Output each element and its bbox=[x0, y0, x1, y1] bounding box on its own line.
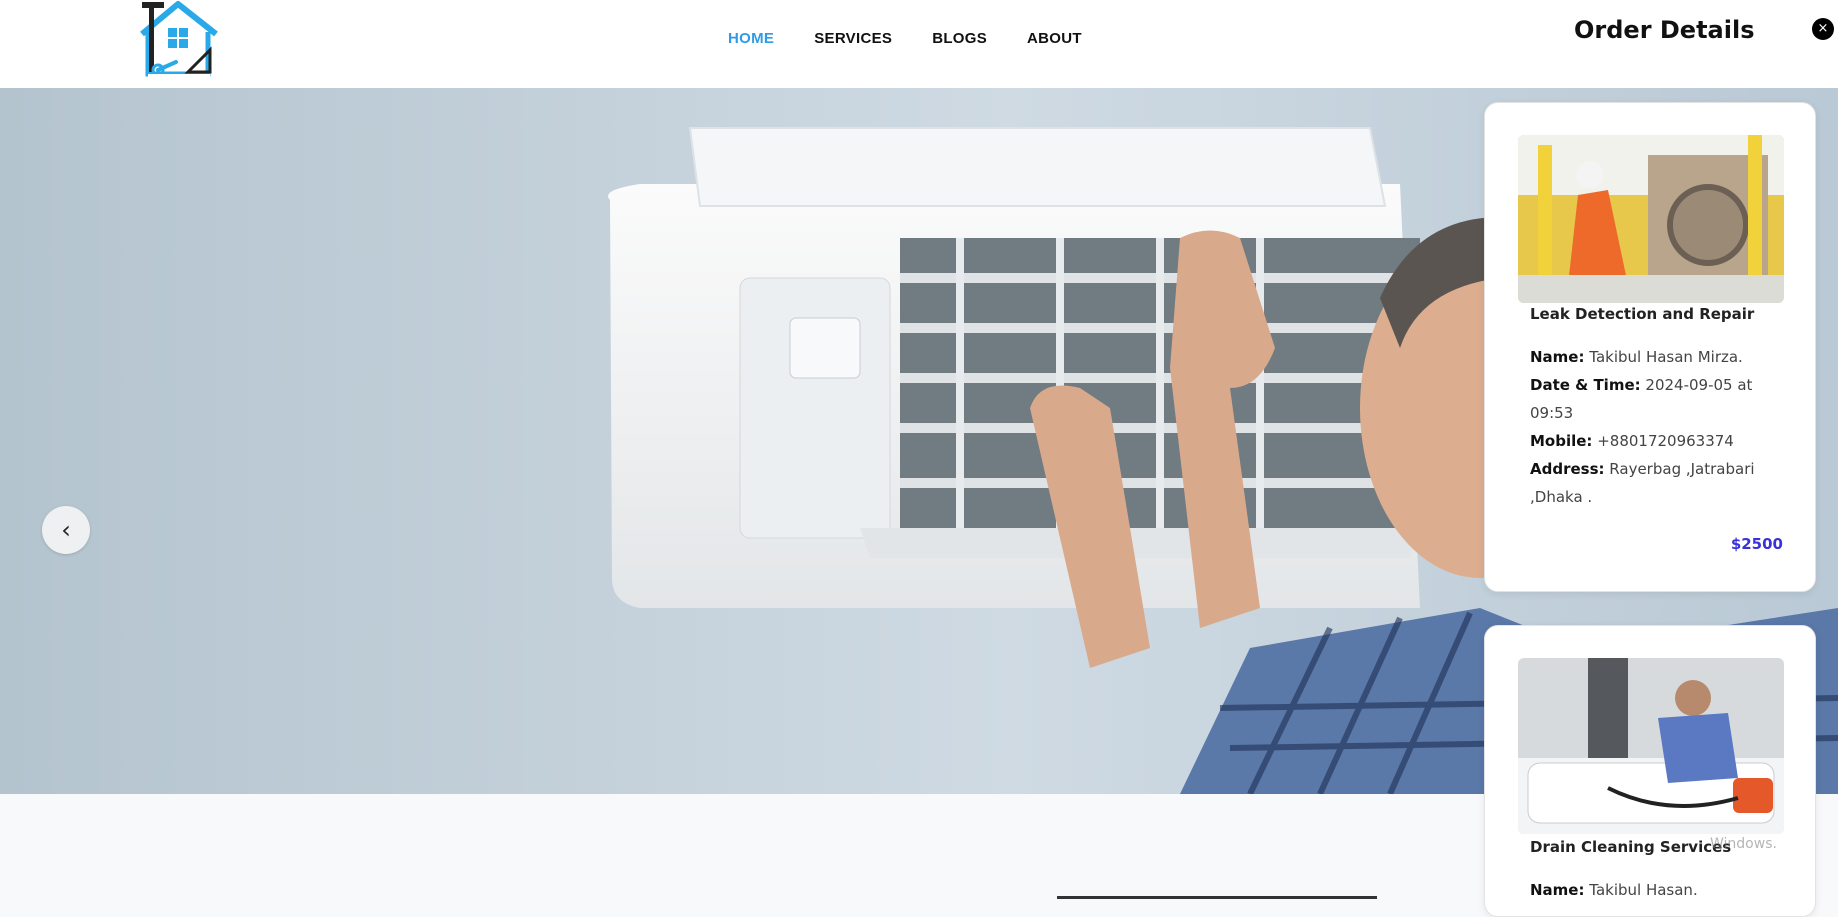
plumber-photo bbox=[1518, 658, 1784, 834]
order-name-row: Name: Takibul Hasan Mirza. bbox=[1530, 343, 1780, 371]
order-image-leak-repair bbox=[1518, 135, 1784, 303]
address-label: Address: bbox=[1530, 460, 1605, 478]
site-logo[interactable] bbox=[136, 0, 220, 82]
nav-about[interactable]: ABOUT bbox=[1027, 30, 1082, 47]
datetime-label: Date & Time: bbox=[1530, 376, 1641, 394]
order-service-title: Drain Cleaning Services bbox=[1530, 838, 1732, 856]
order-mobile: +8801720963374 bbox=[1597, 432, 1734, 450]
order-name: Takibul Hasan Mirza. bbox=[1589, 348, 1743, 366]
order-name-row: Name: Takibul Hasan. bbox=[1530, 876, 1780, 904]
chevron-left-icon: ‹ bbox=[61, 516, 71, 544]
technician-photo bbox=[1518, 135, 1784, 303]
order-service-title: Leak Detection and Repair bbox=[1530, 305, 1755, 323]
name-label: Name: bbox=[1530, 881, 1585, 899]
order-datetime-row: Date & Time: 2024-09-05 at 09:53 bbox=[1530, 371, 1780, 427]
order-card: Drain Cleaning Services Name: Takibul Ha… bbox=[1484, 625, 1816, 917]
order-image-drain-cleaning bbox=[1518, 658, 1784, 834]
mobile-label: Mobile: bbox=[1530, 432, 1593, 450]
slider-prev-button[interactable]: ‹ bbox=[42, 506, 90, 554]
order-address-row: Address: Rayerbag ,Jatrabari ,Dhaka . bbox=[1530, 455, 1780, 511]
name-label: Name: bbox=[1530, 348, 1585, 366]
order-details-panel: Order Details × Leak Detection and Repai… bbox=[1470, 0, 1838, 917]
order-details: Name: Takibul Hasan. bbox=[1530, 876, 1780, 904]
nav-home[interactable]: HOME bbox=[728, 30, 774, 47]
os-watermark: Windows. bbox=[1710, 836, 1777, 852]
order-name: Takibul Hasan. bbox=[1589, 881, 1698, 899]
panel-title: Order Details bbox=[1574, 16, 1755, 44]
house-tools-logo-icon bbox=[140, 1, 218, 79]
nav-services[interactable]: SERVICES bbox=[814, 30, 892, 47]
order-price: $2500 bbox=[1730, 535, 1783, 553]
close-icon: × bbox=[1817, 21, 1829, 36]
order-mobile-row: Mobile: +8801720963374 bbox=[1530, 427, 1780, 455]
order-details: Name: Takibul Hasan Mirza. Date & Time: … bbox=[1530, 343, 1780, 511]
nav-blogs[interactable]: BLOGS bbox=[932, 30, 987, 47]
close-panel-button[interactable]: × bbox=[1812, 18, 1834, 40]
main-nav: HOME SERVICES BLOGS ABOUT bbox=[728, 30, 1082, 47]
order-card: Leak Detection and Repair Name: Takibul … bbox=[1484, 102, 1816, 592]
